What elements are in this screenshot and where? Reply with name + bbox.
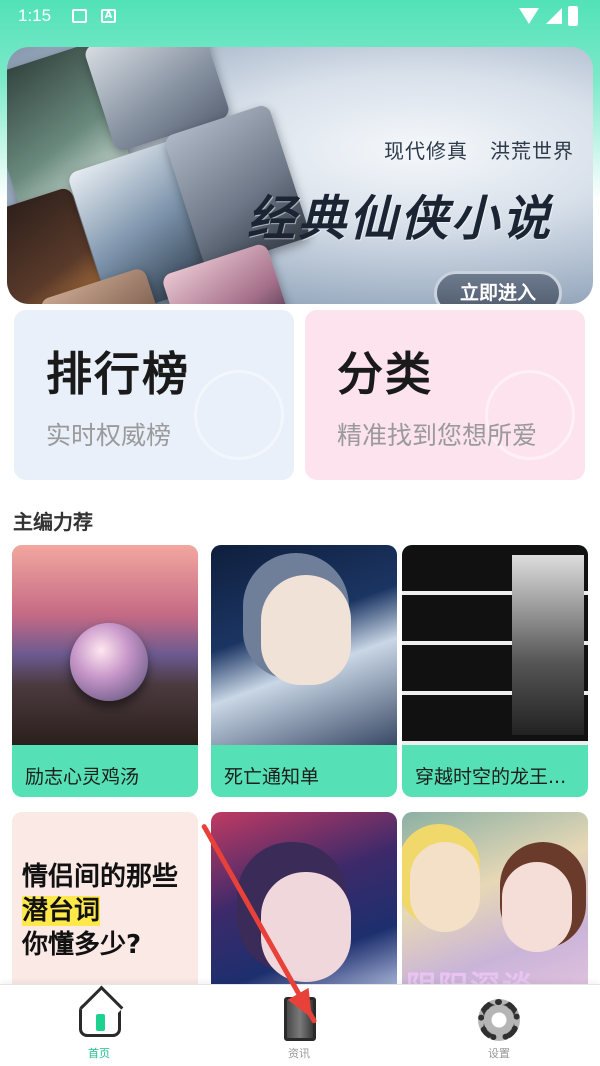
ranking-title: 排行榜 (46, 347, 190, 401)
a-notification-icon: A (101, 9, 116, 23)
cat-decoration-icon (194, 370, 284, 460)
section-title: 主编力荐 (13, 510, 93, 534)
cover-line: 你懂多少? (22, 930, 142, 960)
book-cover (211, 545, 397, 745)
nav-settings[interactable]: 设置 (459, 995, 539, 1061)
banner-subtitle: 现代修真 洪荒世界 (384, 135, 574, 164)
gear-icon (478, 999, 520, 1041)
banner-tag-world: 洪荒世界 (490, 139, 574, 163)
cover-line-highlight: 潜台词 (22, 896, 101, 926)
book-cover-text: 情侣间的那些 潜台词 你懂多少? (22, 860, 178, 962)
category-card[interactable]: 分类 精准找到您想所爱 (305, 310, 585, 480)
book-card[interactable]: 情侣间的那些 潜台词 你懂多少? (12, 812, 198, 1002)
book-title: 穿越时空的龙王... (415, 766, 567, 788)
promo-banner[interactable]: 现代修真 洪荒世界 经典仙侠小说 立即进入 (7, 47, 593, 304)
book-title: 励志心灵鸡汤 (25, 766, 140, 788)
book-card[interactable] (211, 812, 397, 1002)
wifi-icon (519, 8, 539, 24)
book-card[interactable]: 死亡通知单 (211, 545, 397, 797)
nav-news-label: 资讯 (288, 1047, 310, 1060)
book-title: 死亡通知单 (224, 766, 320, 788)
category-title: 分类 (337, 347, 433, 401)
book-card[interactable]: 阴阳深谈 (402, 812, 588, 1002)
battery-icon (568, 6, 578, 26)
banner-title: 经典仙侠小说 (247, 191, 554, 247)
book-cover-art (502, 862, 572, 952)
home-icon (79, 1003, 121, 1037)
cover-line: 情侣间的那些 (22, 862, 179, 892)
banner-tag-modern: 现代修真 (384, 139, 468, 163)
category-desc: 精准找到您想所爱 (337, 421, 538, 450)
book-card[interactable]: 穿越时空的龙王... (402, 545, 588, 797)
status-time: 1:15 (18, 6, 52, 25)
nav-settings-label: 设置 (488, 1047, 510, 1060)
nav-home-label: 首页 (88, 1047, 110, 1060)
book-cover (12, 545, 198, 745)
nav-home[interactable]: 首页 (59, 995, 139, 1061)
book-cover-art (410, 842, 480, 932)
ranking-card[interactable]: 排行榜 实时权威榜 (14, 310, 294, 480)
ranking-desc: 实时权威榜 (46, 421, 172, 450)
signal-icon (546, 8, 562, 24)
book-card[interactable]: 励志心灵鸡汤 (12, 545, 198, 797)
enter-now-button[interactable]: 立即进入 (434, 271, 562, 304)
image-notification-icon (72, 9, 87, 23)
book-cover-art (261, 872, 351, 982)
book-cover (402, 545, 588, 745)
status-bar: 1:15 A (0, 0, 600, 34)
